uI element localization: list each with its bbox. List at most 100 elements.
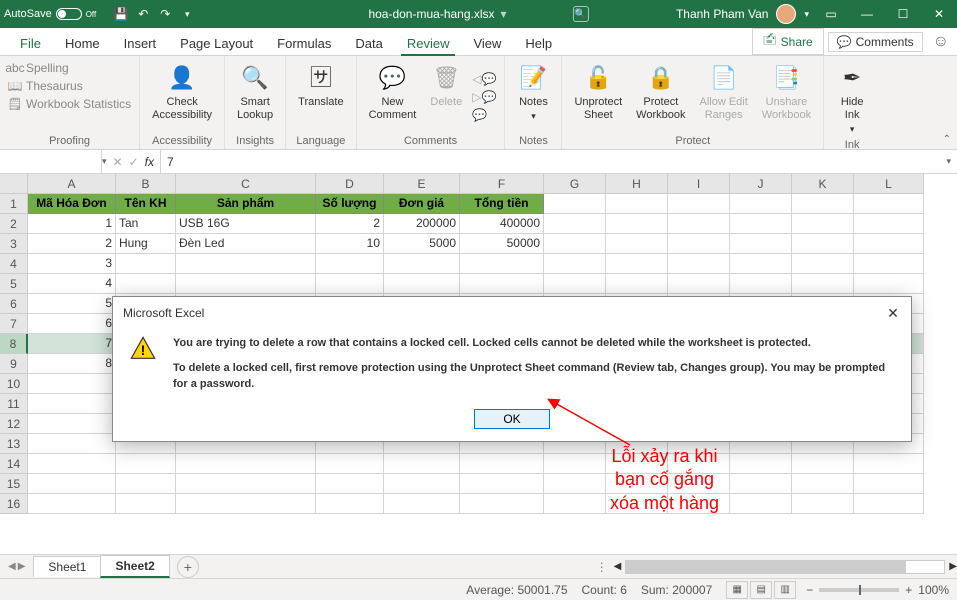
cell[interactable]	[460, 454, 544, 474]
cell[interactable]	[544, 274, 606, 294]
row-header[interactable]: 15	[0, 474, 28, 494]
cell[interactable]	[544, 214, 606, 234]
cell[interactable]	[384, 494, 460, 514]
cell[interactable]	[792, 254, 854, 274]
col-header[interactable]: G	[544, 174, 606, 194]
cell[interactable]	[544, 454, 606, 474]
workbook-stats-button[interactable]: 🗒Workbook Statistics	[8, 96, 131, 112]
cell[interactable]	[316, 274, 384, 294]
cell[interactable]: 6	[28, 314, 116, 334]
cell[interactable]	[544, 254, 606, 274]
row-header[interactable]: 4	[0, 254, 28, 274]
smart-lookup-button[interactable]: 🔍Smart Lookup	[233, 60, 277, 133]
cell[interactable]	[28, 394, 116, 414]
cell[interactable]	[116, 274, 176, 294]
col-header[interactable]: D	[316, 174, 384, 194]
col-header[interactable]: F	[460, 174, 544, 194]
cell[interactable]: 200000	[384, 214, 460, 234]
row-header[interactable]: 6	[0, 294, 28, 314]
cell[interactable]	[730, 254, 792, 274]
cell[interactable]	[544, 494, 606, 514]
cell[interactable]	[668, 194, 730, 214]
tab-review[interactable]: Review	[395, 32, 462, 55]
row-header[interactable]: 10	[0, 374, 28, 394]
cell[interactable]: Số lượng	[316, 194, 384, 214]
cell[interactable]	[792, 474, 854, 494]
row-header[interactable]: 7	[0, 314, 28, 334]
split-icon[interactable]: ⋮	[590, 560, 614, 574]
ok-button[interactable]: OK	[474, 409, 549, 429]
row-header[interactable]: 13	[0, 434, 28, 454]
prev-sheet-icon[interactable]: ◀	[8, 561, 16, 572]
cell[interactable]	[792, 274, 854, 294]
horizontal-scrollbar[interactable]	[625, 560, 945, 574]
cell[interactable]: Tổng tiền	[460, 194, 544, 214]
cell[interactable]	[730, 194, 792, 214]
new-comment-button[interactable]: 💬New Comment	[365, 60, 421, 133]
redo-icon[interactable]: ↷	[158, 7, 172, 21]
row-header[interactable]: 5	[0, 274, 28, 294]
col-header[interactable]: L	[854, 174, 924, 194]
cell[interactable]	[460, 254, 544, 274]
cell[interactable]	[384, 254, 460, 274]
formula-input[interactable]: 7	[161, 155, 946, 169]
hide-ink-button[interactable]: ✒Hide Ink▾	[832, 60, 872, 137]
cell[interactable]	[544, 474, 606, 494]
cell[interactable]	[606, 234, 668, 254]
share-button[interactable]: 🖆Share	[752, 28, 824, 55]
maximize-icon[interactable]: ☐	[889, 0, 917, 28]
user-name[interactable]: Thanh Pham Van	[676, 7, 769, 21]
cell[interactable]: Đơn giá	[384, 194, 460, 214]
cell[interactable]: Sản phẩm	[176, 194, 316, 214]
row-header[interactable]: 12	[0, 414, 28, 434]
cell[interactable]	[606, 274, 668, 294]
row-header[interactable]: 11	[0, 394, 28, 414]
unprotect-sheet-button[interactable]: 🔓Unprotect Sheet	[570, 60, 626, 133]
cell[interactable]	[668, 254, 730, 274]
scroll-left-icon[interactable]: ◀	[614, 561, 622, 572]
cell[interactable]	[116, 454, 176, 474]
cell[interactable]	[28, 434, 116, 454]
cell[interactable]	[176, 494, 316, 514]
cell[interactable]: 2	[28, 234, 116, 254]
cell[interactable]	[28, 374, 116, 394]
col-header[interactable]: I	[668, 174, 730, 194]
row-header[interactable]: 3	[0, 234, 28, 254]
cell[interactable]	[606, 214, 668, 234]
sheet-tab[interactable]: Sheet1	[33, 556, 101, 577]
user-avatar[interactable]	[776, 4, 796, 24]
collapse-ribbon-icon[interactable]: ⌃	[943, 134, 951, 145]
cell[interactable]	[730, 274, 792, 294]
normal-view-button[interactable]: ▦	[726, 581, 748, 599]
cell[interactable]	[792, 494, 854, 514]
dialog-close-icon[interactable]: ✕	[885, 305, 901, 321]
cell[interactable]: Tên KH	[116, 194, 176, 214]
close-icon[interactable]: ✕	[925, 0, 953, 28]
cell[interactable]	[176, 474, 316, 494]
tab-help[interactable]: Help	[513, 32, 564, 55]
cell[interactable]	[316, 494, 384, 514]
cell[interactable]: 400000	[460, 214, 544, 234]
sheet-tab[interactable]: Sheet2	[100, 555, 169, 578]
cell[interactable]	[854, 274, 924, 294]
zoom-out-button[interactable]: −	[806, 583, 813, 597]
cell[interactable]	[316, 454, 384, 474]
row-header[interactable]: 2	[0, 214, 28, 234]
cell[interactable]	[544, 234, 606, 254]
cell[interactable]	[28, 494, 116, 514]
spelling-button[interactable]: abcSpelling	[8, 60, 131, 76]
tab-view[interactable]: View	[461, 32, 513, 55]
cell[interactable]	[668, 274, 730, 294]
fx-icon[interactable]: fx	[145, 155, 154, 169]
save-icon[interactable]: 💾	[114, 7, 128, 21]
tab-home[interactable]: Home	[53, 32, 112, 55]
col-header[interactable]: C	[176, 174, 316, 194]
cell[interactable]	[854, 194, 924, 214]
cell[interactable]	[28, 454, 116, 474]
search-icon[interactable]: 🔍	[573, 6, 589, 22]
cell[interactable]: Hung	[116, 234, 176, 254]
zoom-slider[interactable]	[819, 588, 899, 592]
cell[interactable]: 2	[316, 214, 384, 234]
cell[interactable]	[854, 254, 924, 274]
comments-button[interactable]: 💬Comments	[828, 32, 923, 52]
